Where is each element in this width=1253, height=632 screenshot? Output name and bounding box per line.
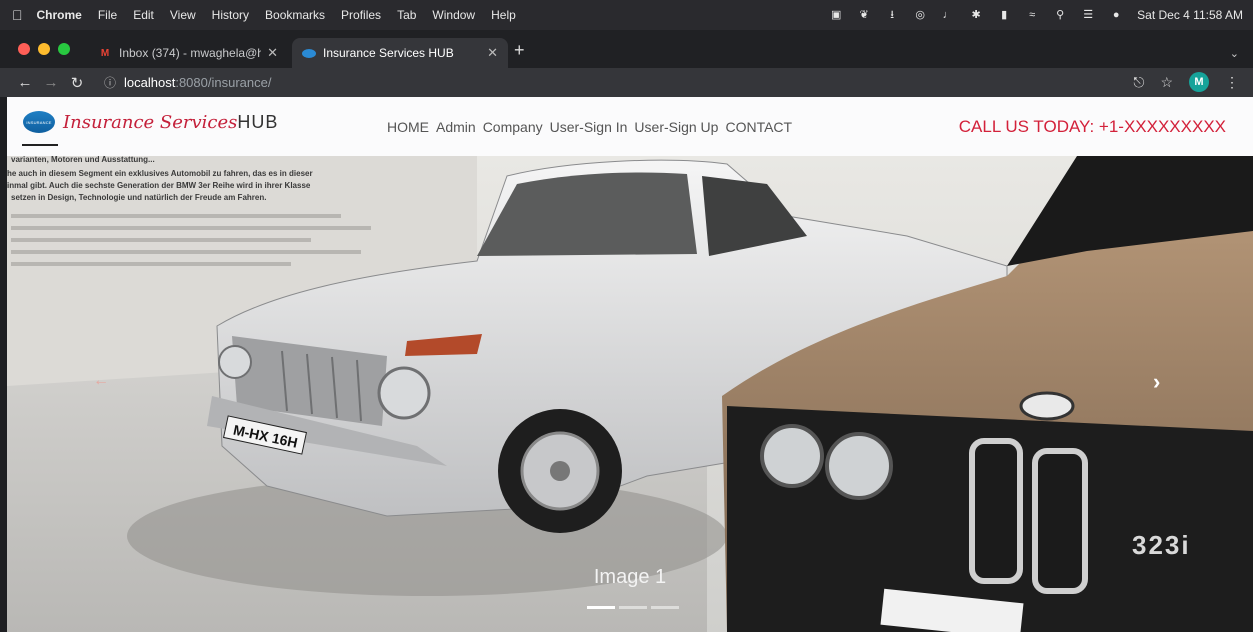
carousel-indicators — [587, 606, 679, 609]
carousel-indicator-1[interactable] — [587, 606, 615, 609]
reload-icon[interactable]: ↻ — [64, 74, 90, 92]
control-center-icon[interactable]: ☰ — [1081, 9, 1095, 21]
menu-profiles[interactable]: Profiles — [341, 8, 381, 22]
window-controls — [18, 43, 70, 55]
tab-gmail[interactable]: M Inbox (374) - mwaghela@hawk ✕ — [88, 38, 288, 68]
carousel-caption: Image 1 — [593, 566, 667, 588]
nav-company[interactable]: Company — [483, 119, 543, 135]
carousel-indicator-2[interactable] — [619, 606, 647, 609]
menu-help[interactable]: Help — [491, 8, 516, 22]
close-tab-icon[interactable]: ✕ — [267, 45, 278, 61]
wall-text-line: inmal gibt. Auch die sechste Generation … — [7, 181, 311, 190]
forward-arrow-icon[interactable]: → — [38, 74, 64, 91]
carousel-prev-arrow-icon[interactable]: ← — [93, 372, 109, 390]
screen-icon[interactable]: ▣ — [829, 9, 843, 21]
main-nav: HOME Admin Company User-Sign In User-Sig… — [387, 119, 792, 135]
close-window-button[interactable] — [18, 43, 30, 55]
site-navbar: INSURANCE Insurance ServicesHUB HOME Adm… — [7, 97, 1253, 156]
kebab-menu-icon[interactable]: ⋮ — [1225, 74, 1239, 91]
model-badge: 323i — [1132, 530, 1191, 560]
logo-badge-icon: INSURANCE — [23, 111, 55, 133]
wall-text-line: setzen in Design, Technologie und natürl… — [11, 193, 266, 202]
close-tab-icon[interactable]: ✕ — [487, 45, 498, 61]
menu-bookmarks[interactable]: Bookmarks — [265, 8, 325, 22]
minimize-window-button[interactable] — [38, 43, 50, 55]
bookmark-star-icon[interactable]: ☆ — [1160, 74, 1173, 91]
play-icon[interactable]: ◎ — [913, 9, 927, 21]
new-tab-button[interactable]: + — [514, 40, 525, 61]
menu-view[interactable]: View — [170, 8, 196, 22]
tab-insurance[interactable]: Insurance Services HUB ✕ — [292, 38, 508, 68]
back-arrow-icon[interactable]: ← — [12, 74, 38, 91]
call-us-phone: CALL US TODAY: +1-XXXXXXXXX — [958, 117, 1226, 136]
menubar-clock[interactable]: Sat Dec 4 11:58 AM — [1137, 8, 1243, 22]
battery-icon[interactable]: ▮ — [997, 9, 1011, 21]
volume-icon[interactable]: ♩ — [941, 9, 955, 21]
menu-window[interactable]: Window — [432, 8, 475, 22]
browser-toolbar: ← → ↻ ⓘ localhost:8080/insurance/ ⎋ ☆ M … — [0, 68, 1253, 97]
apple-icon[interactable]:  — [12, 7, 23, 23]
tab-search-icon[interactable]: ⌄ — [1230, 47, 1239, 60]
logo-wordmark: Insurance ServicesHUB — [63, 111, 279, 133]
menu-edit[interactable]: Edit — [133, 8, 154, 22]
download-icon[interactable]: ⭳ — [885, 9, 899, 21]
nav-admin[interactable]: Admin — [436, 119, 476, 135]
wifi-icon[interactable]: ≈ — [1025, 9, 1039, 21]
site-logo[interactable]: INSURANCE Insurance ServicesHUB — [23, 111, 278, 133]
bluetooth-icon[interactable]: ✱ — [969, 9, 983, 21]
url-host: localhost — [124, 75, 176, 90]
wall-text-line: varianten, Motoren und Ausstattung... — [11, 156, 155, 164]
menu-app-name[interactable]: Chrome — [37, 8, 82, 22]
tab-title: Insurance Services HUB — [323, 46, 454, 60]
address-bar[interactable]: ⓘ localhost:8080/insurance/ — [104, 71, 1184, 94]
insurance-favicon — [302, 47, 316, 59]
gmail-icon: M — [100, 47, 110, 59]
macos-menubar:  Chrome File Edit View History Bookmark… — [0, 0, 1253, 30]
nav-home[interactable]: HOME — [387, 119, 429, 135]
menu-tab[interactable]: Tab — [397, 8, 416, 22]
wall-text-line: he auch in diesem Segment ein exklusives… — [7, 169, 313, 178]
carousel-indicator-3[interactable] — [651, 606, 679, 609]
info-icon[interactable]: ⓘ — [104, 74, 116, 91]
bird-icon[interactable]: ❦ — [857, 9, 871, 21]
profile-avatar[interactable]: M — [1189, 72, 1209, 92]
hero-carousel: varianten, Motoren und Ausstattung... he… — [7, 156, 1253, 632]
tab-title: Inbox (374) - mwaghela@hawk — [119, 46, 262, 60]
share-icon[interactable]: ⎋ — [1133, 74, 1144, 91]
zoom-window-button[interactable] — [58, 43, 70, 55]
nav-user-sign-up[interactable]: User-Sign Up — [634, 119, 718, 135]
logo-underline — [22, 144, 58, 146]
carousel-next-chevron-icon[interactable]: › — [1153, 369, 1160, 395]
nav-contact[interactable]: CONTACT — [725, 119, 792, 135]
menu-file[interactable]: File — [98, 8, 117, 22]
menu-history[interactable]: History — [212, 8, 249, 22]
url-path: :8080/insurance/ — [175, 75, 272, 90]
carousel-slide-image: varianten, Motoren und Ausstattung... he… — [7, 156, 1253, 632]
browser-tab-strip: M Inbox (374) - mwaghela@hawk ✕ Insuranc… — [0, 30, 1253, 68]
nav-user-sign-in[interactable]: User-Sign In — [550, 119, 628, 135]
spotlight-icon[interactable]: ⚲ — [1053, 9, 1067, 21]
siri-icon[interactable]: ● — [1109, 9, 1123, 21]
